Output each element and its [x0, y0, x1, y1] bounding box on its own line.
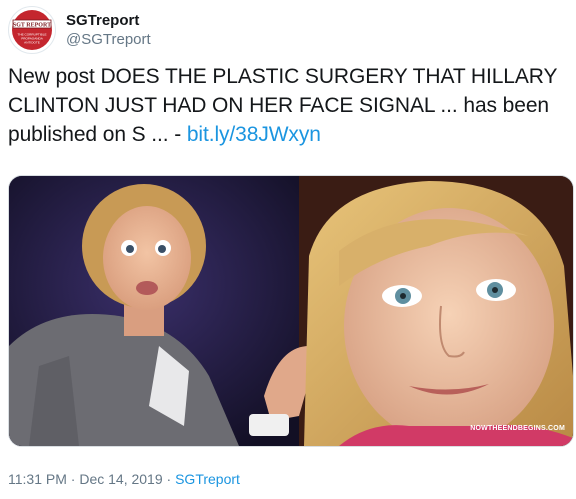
- tweet-header: SGT REPORT THE CORRUPTIBLE PROPAGANDA AN…: [8, 6, 151, 54]
- tweet-source-link[interactable]: SGTreport: [175, 471, 240, 487]
- media-watermark: NOWTHEENDBEGINS.COM: [470, 425, 565, 432]
- author-display-name[interactable]: SGTreport: [66, 11, 151, 30]
- author-handle[interactable]: @SGTreport: [66, 30, 151, 49]
- tweet-link[interactable]: bit.ly/38JWxyn: [187, 123, 321, 146]
- photo-collage-image: [9, 176, 573, 446]
- meta-separator: ·: [66, 471, 80, 487]
- svg-text:ANTIDOTE: ANTIDOTE: [24, 41, 40, 45]
- sgtreport-logo-icon[interactable]: SGT REPORT THE CORRUPTIBLE PROPAGANDA AN…: [8, 6, 56, 54]
- tweet-time[interactable]: 11:31 PM: [8, 471, 67, 487]
- tweet-card: SGT REPORT THE CORRUPTIBLE PROPAGANDA AN…: [0, 0, 576, 499]
- tweet-meta: 11:31 PM · Dec 14, 2019 · SGTreport: [8, 470, 240, 488]
- tweet-text: New post DOES THE PLASTIC SURGERY THAT H…: [8, 62, 568, 149]
- meta-separator: ·: [162, 471, 176, 487]
- tweet-media-image[interactable]: NOWTHEENDBEGINS.COM: [8, 175, 574, 447]
- svg-text:SGT REPORT: SGT REPORT: [13, 23, 51, 29]
- author-names: SGTreport @SGTreport: [66, 11, 151, 49]
- tweet-date[interactable]: Dec 14, 2019: [79, 471, 162, 487]
